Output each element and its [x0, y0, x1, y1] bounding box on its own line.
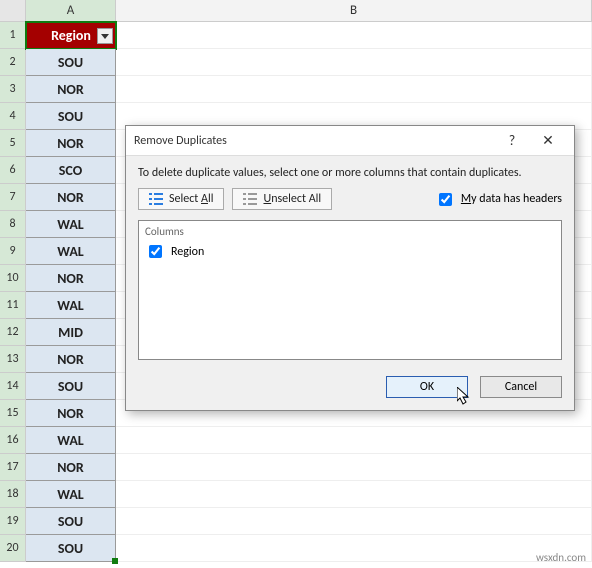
select-all-label: Select All — [169, 192, 213, 206]
row-header[interactable]: 10 — [0, 265, 26, 292]
unselect-list-icon — [243, 193, 257, 205]
region-cell[interactable]: NOR — [26, 184, 116, 211]
fill-handle[interactable] — [112, 558, 118, 564]
region-cell[interactable]: WAL — [26, 427, 116, 454]
row-header[interactable]: 16 — [0, 427, 26, 454]
row-header[interactable]: 7 — [0, 184, 26, 211]
empty-cell[interactable] — [116, 454, 592, 481]
row-header[interactable]: 9 — [0, 238, 26, 265]
headers-checkbox[interactable] — [439, 193, 452, 206]
table-row: 19SOU — [0, 508, 592, 535]
row-header[interactable]: 17 — [0, 454, 26, 481]
table-row: 16WAL — [0, 427, 592, 454]
empty-cell[interactable] — [116, 535, 592, 562]
row-header[interactable]: 11 — [0, 292, 26, 319]
remove-duplicates-dialog: Remove Duplicates ? ✕ To delete duplicat… — [125, 125, 575, 411]
region-cell[interactable]: SOU — [26, 373, 116, 400]
row-header[interactable]: 4 — [0, 103, 26, 130]
row-header[interactable]: 8 — [0, 211, 26, 238]
region-cell[interactable]: SOU — [26, 103, 116, 130]
unselect-all-button[interactable]: Unselect All — [232, 188, 332, 210]
region-cell[interactable]: NOR — [26, 76, 116, 103]
row-header[interactable]: 2 — [0, 49, 26, 76]
ok-button[interactable]: OK — [386, 376, 468, 398]
close-button[interactable]: ✕ — [530, 127, 566, 155]
table-row: 18WAL — [0, 481, 592, 508]
region-cell[interactable]: MID — [26, 319, 116, 346]
region-cell[interactable]: SOU — [26, 535, 116, 562]
region-cell[interactable]: SOU — [26, 49, 116, 76]
empty-cell[interactable] — [116, 508, 592, 535]
select-all-corner[interactable] — [0, 0, 26, 21]
column-headers-row: A B — [0, 0, 592, 22]
select-list-icon — [149, 193, 163, 205]
region-cell[interactable]: NOR — [26, 400, 116, 427]
region-cell[interactable]: NOR — [26, 346, 116, 373]
table-row: 3NOR — [0, 76, 592, 103]
row-header[interactable]: 1 — [0, 22, 26, 49]
column-header-b[interactable]: B — [116, 0, 592, 21]
region-cell[interactable]: SOU — [26, 508, 116, 535]
columns-listbox[interactable]: Columns Region — [138, 220, 562, 360]
region-header-cell[interactable]: Region — [26, 22, 116, 49]
region-cell[interactable]: NOR — [26, 265, 116, 292]
region-cell[interactable]: WAL — [26, 292, 116, 319]
region-cell[interactable]: NOR — [26, 130, 116, 157]
table-row: 2SOU — [0, 49, 592, 76]
ok-button-label: OK — [420, 380, 434, 394]
columns-header: Columns — [145, 225, 555, 238]
region-cell[interactable]: NOR — [26, 454, 116, 481]
select-all-button[interactable]: Select All — [138, 188, 224, 210]
row-header[interactable]: 3 — [0, 76, 26, 103]
table-row: 20SOU — [0, 535, 592, 562]
chevron-down-icon — [101, 32, 109, 40]
empty-cell[interactable] — [116, 49, 592, 76]
dialog-description: To delete duplicate values, select one o… — [138, 166, 562, 180]
row-header[interactable]: 6 — [0, 157, 26, 184]
table-row: 1Region — [0, 22, 592, 49]
row-header[interactable]: 15 — [0, 400, 26, 427]
row-header[interactable]: 18 — [0, 481, 26, 508]
empty-cell[interactable] — [116, 481, 592, 508]
help-button[interactable]: ? — [494, 127, 530, 155]
empty-cell[interactable] — [116, 22, 592, 49]
empty-cell[interactable] — [116, 427, 592, 454]
watermark: wsxdn.com — [536, 551, 586, 564]
region-cell[interactable]: WAL — [26, 481, 116, 508]
column-checkbox-item[interactable]: Region — [145, 242, 555, 261]
dialog-title: Remove Duplicates — [134, 134, 494, 148]
row-header[interactable]: 5 — [0, 130, 26, 157]
row-header[interactable]: 13 — [0, 346, 26, 373]
column-checkbox-label: Region — [171, 245, 204, 259]
column-checkbox[interactable] — [149, 245, 162, 258]
region-cell[interactable]: WAL — [26, 238, 116, 265]
region-cell[interactable]: SCO — [26, 157, 116, 184]
filter-dropdown-button[interactable] — [97, 28, 113, 44]
cursor-icon — [457, 387, 473, 405]
empty-cell[interactable] — [116, 76, 592, 103]
headers-checkbox-label: My data has headers — [461, 192, 562, 206]
table-row: 17NOR — [0, 454, 592, 481]
row-header[interactable]: 20 — [0, 535, 26, 562]
unselect-all-label: Unselect All — [263, 192, 321, 206]
row-header[interactable]: 12 — [0, 319, 26, 346]
headers-checkbox-wrap[interactable]: My data has headers — [435, 190, 562, 209]
cancel-button[interactable]: Cancel — [480, 376, 562, 398]
region-cell[interactable]: WAL — [26, 211, 116, 238]
column-header-a[interactable]: A — [26, 0, 116, 21]
row-header[interactable]: 14 — [0, 373, 26, 400]
row-header[interactable]: 19 — [0, 508, 26, 535]
dialog-titlebar[interactable]: Remove Duplicates ? ✕ — [126, 126, 574, 156]
